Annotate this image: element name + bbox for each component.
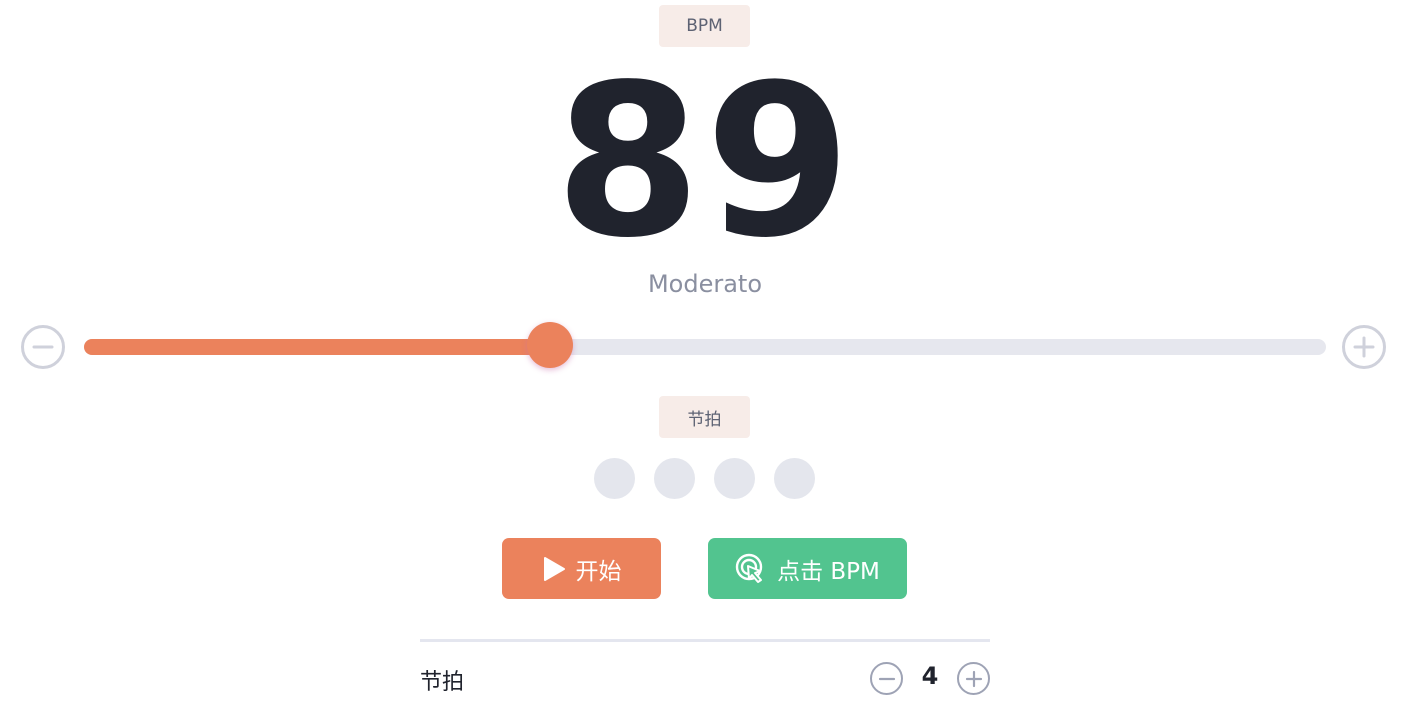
tap-pointer-icon [735, 553, 763, 583]
beats-value: 4 [921, 662, 939, 690]
section-divider [420, 639, 990, 642]
plus-circle-icon [965, 670, 982, 687]
increase-beats-button[interactable] [957, 662, 990, 695]
minus-circle-icon [878, 677, 895, 680]
beat-dot [774, 458, 815, 499]
decrease-bpm-button[interactable] [21, 325, 65, 369]
tempo-name: Moderato [647, 270, 763, 298]
minus-circle-icon [32, 345, 54, 349]
beats-setting-label: 节拍 [420, 670, 465, 695]
beat-indicators [594, 458, 815, 499]
start-button-label: 开始 [575, 558, 622, 585]
beat-dot [594, 458, 635, 499]
beats-label-badge: 节拍 [659, 396, 750, 438]
bpm-slider[interactable] [84, 322, 1326, 368]
beat-dot [714, 458, 755, 499]
tap-bpm-button-label: 点击 BPM [777, 558, 880, 585]
beat-dot [654, 458, 695, 499]
metronome-page: BPM 89 Moderato 节拍 开始 点击 BPM 节拍 4 [0, 0, 1419, 710]
bpm-slider-fill [84, 339, 550, 355]
bpm-value: 89 [554, 39, 856, 284]
decrease-beats-button[interactable] [870, 662, 903, 695]
tap-bpm-button[interactable]: 点击 BPM [708, 538, 907, 599]
play-icon [543, 556, 565, 581]
bpm-slider-thumb[interactable] [526, 322, 573, 368]
increase-bpm-button[interactable] [1342, 325, 1386, 369]
plus-circle-icon [1353, 336, 1375, 358]
start-button[interactable]: 开始 [502, 538, 661, 599]
